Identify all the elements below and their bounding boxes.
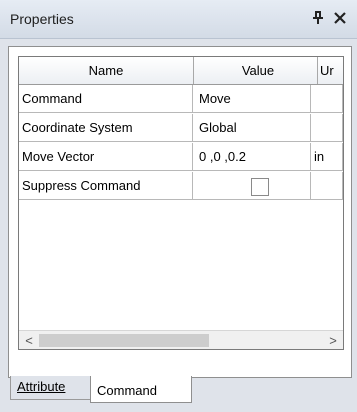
row-name: Move Vector — [19, 143, 193, 171]
row-value[interactable]: Move — [193, 85, 311, 113]
row-name: Suppress Command — [19, 172, 193, 200]
column-header-unit[interactable]: Ur — [311, 57, 343, 84]
panel-title: Properties — [10, 11, 74, 27]
row-value[interactable]: 0 ,0 ,0.2 — [193, 143, 311, 171]
tab-command[interactable]: Command — [90, 376, 192, 403]
table-row[interactable]: Coordinate System Global — [19, 114, 343, 143]
properties-panel: Properties Name Value Ur Command Move Co… — [0, 0, 357, 412]
row-unit — [311, 114, 343, 142]
column-header-name[interactable]: Name — [19, 57, 194, 84]
properties-content: Name Value Ur Command Move Coordinate Sy… — [8, 46, 352, 378]
table-row[interactable]: Move Vector 0 ,0 ,0.2 in — [19, 143, 343, 172]
tab-attribute[interactable]: Attribute — [10, 376, 90, 400]
row-unit — [311, 85, 343, 113]
pin-icon[interactable] — [308, 8, 328, 28]
suppress-command-checkbox[interactable] — [251, 178, 269, 196]
close-icon-glyph — [334, 12, 346, 24]
column-header-value[interactable]: Value — [193, 57, 318, 84]
table-row[interactable]: Suppress Command — [19, 172, 343, 201]
row-name: Command — [19, 85, 193, 113]
row-value-checkbox-cell — [193, 172, 311, 200]
grid-header: Name Value Ur — [19, 57, 343, 85]
row-name: Coordinate System — [19, 114, 193, 142]
panel-titlebar: Properties — [0, 0, 357, 39]
scrollbar-thumb[interactable] — [39, 334, 209, 347]
table-row[interactable]: Command Move — [19, 85, 343, 114]
row-value[interactable]: Global — [193, 114, 311, 142]
panel-tabs: Attribute Command — [8, 376, 350, 406]
close-icon[interactable] — [330, 8, 350, 28]
scroll-right-icon[interactable]: > — [324, 331, 342, 349]
row-unit: in — [311, 143, 343, 171]
property-grid: Name Value Ur Command Move Coordinate Sy… — [18, 56, 344, 350]
horizontal-scrollbar[interactable]: < > — [19, 330, 343, 349]
row-unit — [311, 172, 343, 200]
pin-icon-glyph — [313, 11, 323, 24]
scroll-left-icon[interactable]: < — [20, 331, 38, 349]
